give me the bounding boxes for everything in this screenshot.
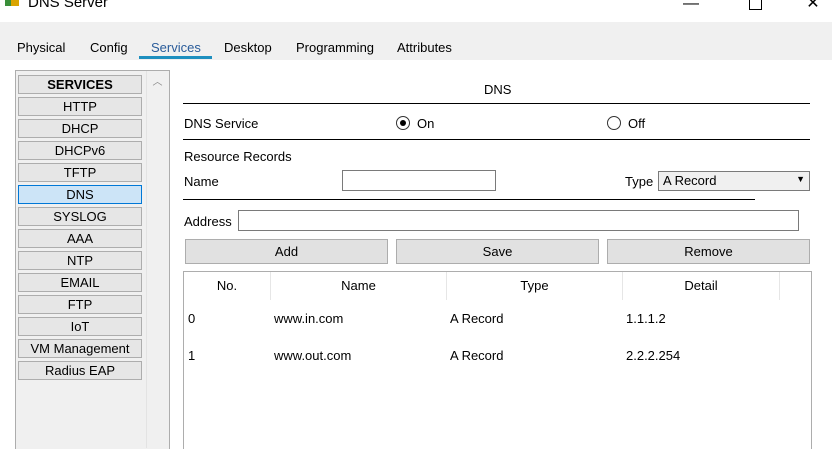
radio-selected-dot [400,120,406,126]
save-button[interactable]: Save [396,239,599,264]
type-label: Type [625,174,654,189]
record-0-detail: 1.1.1.2 [626,311,666,326]
service-tftp[interactable]: TFTP [18,163,142,182]
dns-on-label: On [417,116,435,131]
service-aaa[interactable]: AAA [18,229,142,248]
service-ntp[interactable]: NTP [18,251,142,270]
address-input[interactable] [238,210,799,231]
dns-off-label: Off [628,116,646,131]
column-header-no[interactable]: No. [184,272,271,300]
record-1-name: www.out.com [274,348,352,363]
record-0-type: A Record [450,311,504,326]
dns-section-title: DNS [484,82,512,97]
services-scrollbar[interactable]: ︿ [146,71,168,448]
resource-records-label: Resource Records [184,149,292,164]
service-email[interactable]: EMAIL [18,273,142,292]
name-label: Name [184,174,219,189]
service-dhcp[interactable]: DHCP [18,119,142,138]
column-header-name[interactable]: Name [271,272,447,300]
tab-services[interactable]: Services [151,40,201,55]
tab-programming[interactable]: Programming [296,40,374,55]
chevron-down-icon: ▼ [796,174,805,184]
services-header: SERVICES [18,75,142,94]
divider [183,139,810,140]
service-iot[interactable]: IoT [18,317,142,336]
column-header-type[interactable]: Type [447,272,623,300]
maximize-button[interactable] [740,0,770,14]
records-table: No. Name Type Detail 0 www.in.com A Reco… [183,271,812,449]
tab-attributes[interactable]: Attributes [397,40,452,55]
record-0-no: 0 [188,311,196,326]
type-select[interactable]: A Record ▼ [658,171,810,191]
active-tab-indicator [139,56,212,59]
divider [183,199,755,200]
remove-button[interactable]: Remove [607,239,810,264]
minimize-button[interactable]: — [676,0,706,14]
service-dhcpv6[interactable]: DHCPv6 [18,141,142,160]
record-1-no: 1 [188,348,196,363]
title-bar: DNS Server — ✕ [0,0,832,22]
close-button[interactable]: ✕ [798,0,828,14]
record-1-type: A Record [450,348,504,363]
service-http[interactable]: HTTP [18,97,142,116]
tab-desktop[interactable]: Desktop [224,40,272,55]
type-select-value: A Record [663,173,717,188]
service-syslog[interactable]: SYSLOG [18,207,142,226]
record-1-detail: 2.2.2.254 [626,348,681,363]
dns-on-radio[interactable] [396,116,410,130]
service-radius-eap[interactable]: Radius EAP [18,361,142,380]
service-dns[interactable]: DNS [18,185,142,204]
window-title: DNS Server [28,0,109,11]
add-button[interactable]: Add [185,239,388,264]
column-header-detail[interactable]: Detail [623,272,780,300]
tab-physical[interactable]: Physical [17,40,65,55]
record-0-name: www.in.com [274,311,344,326]
maximize-icon [748,0,762,10]
service-ftp[interactable]: FTP [18,295,142,314]
tab-config[interactable]: Config [90,40,128,55]
name-input[interactable] [342,170,496,191]
app-icon [5,0,19,6]
scroll-up-icon[interactable]: ︿ [147,73,168,88]
address-label: Address [184,214,232,229]
service-vm-management[interactable]: VM Management [18,339,142,358]
divider [183,103,810,104]
dns-service-label: DNS Service [184,116,259,131]
dns-off-radio[interactable] [607,116,621,130]
